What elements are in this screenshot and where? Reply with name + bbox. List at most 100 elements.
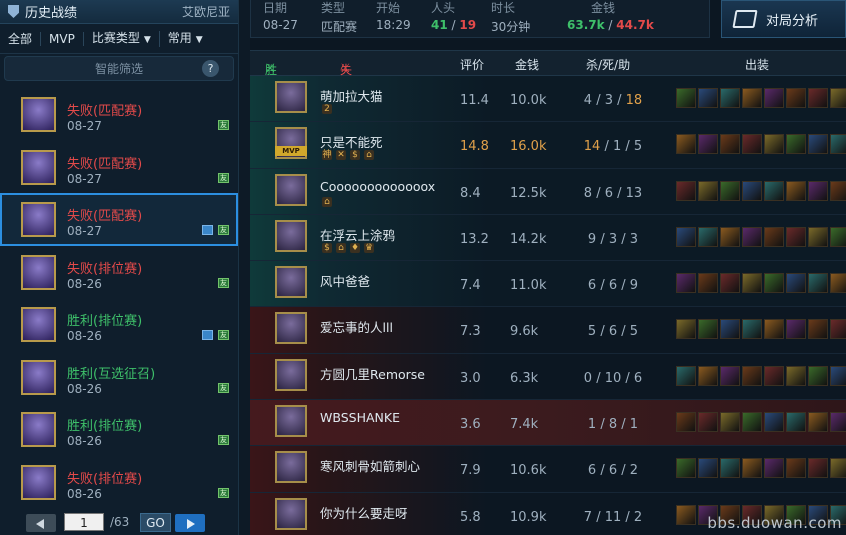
item-icon[interactable] xyxy=(698,458,718,479)
item-icon[interactable] xyxy=(742,273,762,294)
item-icon[interactable] xyxy=(720,273,740,294)
item-icon[interactable] xyxy=(720,412,740,433)
prev-page-button[interactable] xyxy=(26,514,56,532)
item-icon[interactable] xyxy=(720,319,740,340)
history-item[interactable]: 失败(匹配赛) 08-27 友 xyxy=(0,88,238,141)
item-icon[interactable] xyxy=(764,273,784,294)
player-name[interactable]: 寒风刺骨如箭刺心 xyxy=(320,456,420,475)
player-row[interactable]: 风中爸爸 7.4 11.0k 6 / 6 / 9 xyxy=(250,261,846,308)
item-icon[interactable] xyxy=(786,458,806,479)
item-icon[interactable] xyxy=(676,504,696,525)
item-icon[interactable] xyxy=(698,180,718,201)
item-icon[interactable] xyxy=(720,88,740,108)
item-icon[interactable] xyxy=(786,273,806,294)
smart-filter-button[interactable]: 智能筛选 ? xyxy=(4,56,234,81)
item-icon[interactable] xyxy=(742,458,762,479)
player-name[interactable]: WBSSHANKE xyxy=(320,410,400,425)
history-item[interactable]: 胜利(互选征召) 08-26 友 xyxy=(0,351,238,404)
next-page-button[interactable] xyxy=(175,514,205,532)
player-name[interactable]: Cooooooooooooox xyxy=(320,179,435,194)
item-icon[interactable] xyxy=(742,88,762,108)
item-icon[interactable] xyxy=(764,88,784,108)
history-item[interactable]: 失败(匹配赛) 08-27 友 xyxy=(0,141,238,194)
item-icon[interactable] xyxy=(720,365,740,386)
item-icon[interactable] xyxy=(764,134,784,155)
item-icon[interactable] xyxy=(830,273,846,294)
item-icon[interactable] xyxy=(786,180,806,201)
item-icon[interactable] xyxy=(698,134,718,155)
item-icon[interactable] xyxy=(676,88,696,108)
player-row[interactable]: 方圆几里Remorse 3.0 6.3k 0 / 10 / 6 xyxy=(250,353,846,401)
item-icon[interactable] xyxy=(808,180,828,201)
item-icon[interactable] xyxy=(742,226,762,247)
item-icon[interactable] xyxy=(830,365,846,386)
item-icon[interactable] xyxy=(698,319,718,340)
item-icon[interactable] xyxy=(676,134,696,155)
history-item[interactable]: 胜利(排位赛) 08-26 友 xyxy=(0,403,238,456)
item-icon[interactable] xyxy=(764,458,784,479)
item-icon[interactable] xyxy=(786,319,806,340)
item-icon[interactable] xyxy=(676,412,696,433)
photo-icon[interactable] xyxy=(202,330,213,340)
item-icon[interactable] xyxy=(698,365,718,386)
item-icon[interactable] xyxy=(698,226,718,247)
item-icon[interactable] xyxy=(808,365,828,386)
filter-all[interactable]: 全部 xyxy=(0,31,42,46)
item-icon[interactable] xyxy=(808,412,828,433)
item-icon[interactable] xyxy=(676,319,696,340)
player-name[interactable]: 爱忘事的人lll xyxy=(320,317,393,336)
item-icon[interactable] xyxy=(742,180,762,201)
item-icon[interactable] xyxy=(676,273,696,294)
help-icon[interactable]: ? xyxy=(202,60,219,77)
player-row[interactable]: 在浮云上涂鸦 $ ⌂ ♦ ♛ 13.2 14.2k 9 / 3 / 3 xyxy=(250,214,846,262)
item-icon[interactable] xyxy=(764,319,784,340)
player-name[interactable]: 风中爸爸 xyxy=(320,271,370,290)
player-row[interactable]: 爱忘事的人lll 7.3 9.6k 5 / 6 / 5 xyxy=(250,307,846,354)
filter-common[interactable]: 常用 ▼ xyxy=(160,31,211,47)
player-name[interactable]: 你为什么要走呀 xyxy=(320,503,408,522)
item-icon[interactable] xyxy=(830,134,846,155)
history-item[interactable]: 失败(排位赛) 08-26 友 xyxy=(0,456,238,509)
item-icon[interactable] xyxy=(764,226,784,247)
item-icon[interactable] xyxy=(830,180,846,201)
item-icon[interactable] xyxy=(720,134,740,155)
item-icon[interactable] xyxy=(720,180,740,201)
player-row[interactable]: Cooooooooooooox ⌂ 8.4 12.5k 8 / 6 / 13 xyxy=(250,168,846,215)
item-icon[interactable] xyxy=(830,412,846,433)
item-icon[interactable] xyxy=(676,180,696,201)
history-item[interactable]: 胜利(排位赛) 08-26 友 xyxy=(0,298,238,351)
item-icon[interactable] xyxy=(720,458,740,479)
item-icon[interactable] xyxy=(742,365,762,386)
item-icon[interactable] xyxy=(742,412,762,433)
player-name[interactable]: 只是不能死 xyxy=(320,132,383,151)
item-icon[interactable] xyxy=(830,226,846,247)
player-name[interactable]: 在浮云上涂鸦 xyxy=(320,225,395,244)
item-icon[interactable] xyxy=(808,273,828,294)
item-icon[interactable] xyxy=(808,134,828,155)
filter-match-type[interactable]: 比赛类型 ▼ xyxy=(84,30,160,47)
player-name[interactable]: 方圆几里Remorse xyxy=(320,364,425,383)
item-icon[interactable] xyxy=(676,458,696,479)
item-icon[interactable] xyxy=(808,226,828,247)
item-icon[interactable] xyxy=(698,273,718,294)
item-icon[interactable] xyxy=(786,412,806,433)
history-item[interactable]: 失败(匹配赛) 08-27 友 xyxy=(0,193,238,246)
go-button[interactable]: GO xyxy=(140,513,171,532)
item-icon[interactable] xyxy=(808,458,828,479)
item-icon[interactable] xyxy=(742,134,762,155)
player-row[interactable]: 寒风刺骨如箭刺心 7.9 10.6k 6 / 6 / 2 xyxy=(250,446,846,493)
item-icon[interactable] xyxy=(786,88,806,108)
item-icon[interactable] xyxy=(764,180,784,201)
item-icon[interactable] xyxy=(786,226,806,247)
item-icon[interactable] xyxy=(808,319,828,340)
item-icon[interactable] xyxy=(764,412,784,433)
item-icon[interactable] xyxy=(786,134,806,155)
page-input[interactable]: 1 xyxy=(64,513,104,531)
item-icon[interactable] xyxy=(808,88,828,108)
photo-icon[interactable] xyxy=(202,225,213,235)
filter-mvp[interactable]: MVP xyxy=(41,31,84,46)
item-icon[interactable] xyxy=(764,365,784,386)
player-row[interactable]: WBSSHANKE 3.6 7.4k 1 / 8 / 1 xyxy=(250,400,846,447)
item-icon[interactable] xyxy=(786,365,806,386)
player-row[interactable]: MVP 只是不能死神 ✕ $ ⌂ 14.8 16.0k 14 / 1 / 5 xyxy=(250,122,846,169)
